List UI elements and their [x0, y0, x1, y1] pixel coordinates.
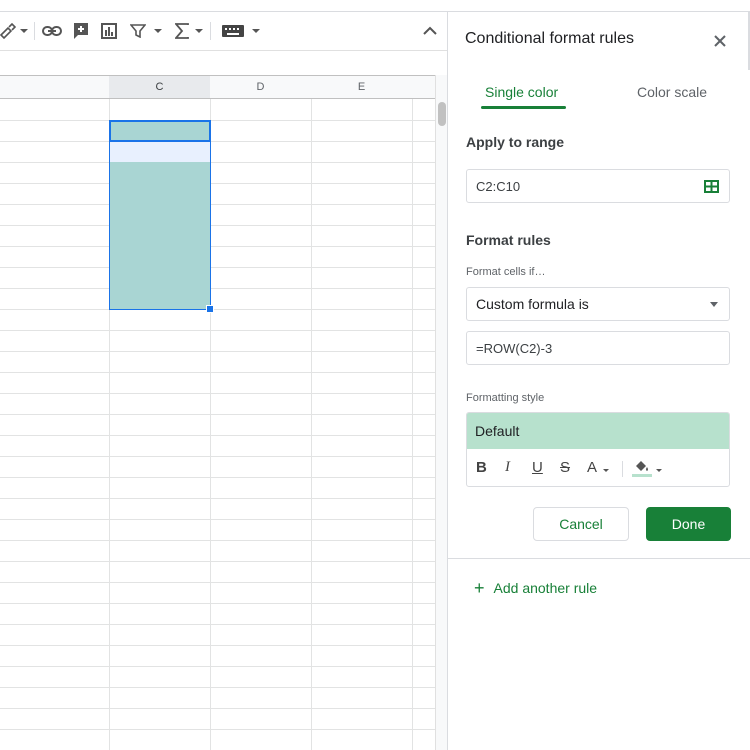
text-color-icon[interactable]: A: [587, 459, 597, 476]
grid-line: [0, 582, 435, 583]
collapse-icon[interactable]: [423, 20, 437, 42]
selection-range: [109, 120, 211, 310]
grid-line: [0, 456, 435, 457]
formatting-style-box: Default B I U S A: [466, 412, 730, 487]
grid-line: [0, 330, 435, 331]
close-icon[interactable]: [712, 33, 728, 49]
column-header-e[interactable]: E: [311, 75, 413, 99]
grid-line: [0, 540, 435, 541]
grid-line: [0, 225, 435, 226]
paint-format-icon[interactable]: [0, 20, 28, 42]
grid-line: [0, 477, 435, 478]
add-rule-label: Add another rule: [493, 580, 598, 596]
active-cell[interactable]: [109, 120, 211, 142]
grid-line: [0, 204, 435, 205]
grid-line: [0, 162, 435, 163]
column-header-f[interactable]: [412, 75, 435, 99]
grid-line: [0, 561, 435, 562]
grid-line: [311, 99, 312, 750]
spreadsheet-grid[interactable]: C D E: [0, 75, 435, 750]
toolbar-divider: [210, 22, 211, 40]
text-color-caret[interactable]: [603, 469, 609, 472]
input-tools-icon[interactable]: [222, 20, 260, 42]
formatting-style-label: Formatting style: [466, 392, 545, 404]
insert-chart-icon[interactable]: [101, 20, 117, 42]
grid-line: [0, 267, 435, 268]
toolbar-divider: [34, 22, 35, 40]
link-icon[interactable]: [42, 20, 62, 42]
grid-line: [0, 645, 435, 646]
insert-comment-icon[interactable]: [73, 20, 89, 42]
grid-line: [0, 603, 435, 604]
grid-line: [412, 99, 413, 750]
formula-input[interactable]: =ROW(C2)-3: [466, 331, 730, 365]
bold-icon[interactable]: B: [476, 459, 487, 476]
filter-icon[interactable]: [130, 20, 162, 42]
select-range-icon[interactable]: [704, 180, 719, 196]
condition-select[interactable]: Custom formula is: [466, 287, 730, 321]
functions-icon[interactable]: [175, 20, 203, 42]
grid-line: [0, 414, 435, 415]
toolbar: [0, 12, 447, 51]
grid-line: [0, 246, 435, 247]
style-preview[interactable]: Default: [467, 413, 729, 449]
active-tab-indicator: [481, 106, 566, 109]
underline-icon[interactable]: U: [532, 459, 543, 476]
format-toolbar: B I U S A: [467, 449, 729, 486]
grid-line: [0, 372, 435, 373]
grid-line: [0, 141, 435, 142]
grid-line: [0, 183, 435, 184]
conditional-format-panel: Conditional format rules Single color Co…: [447, 12, 750, 750]
range-input[interactable]: C2:C10: [466, 169, 730, 203]
grid-line: [0, 120, 435, 121]
grid-line: [0, 435, 435, 436]
format-divider: [622, 461, 623, 477]
range-value: C2:C10: [476, 178, 521, 194]
dropdown-arrow-icon: [710, 302, 718, 307]
format-cells-if-label: Format cells if…: [466, 266, 546, 278]
grid-line: [0, 666, 435, 667]
grid-line: [0, 729, 435, 730]
grid-line: [0, 288, 435, 289]
strikethrough-icon[interactable]: S: [560, 459, 570, 476]
grid-line: [0, 687, 435, 688]
grid-line: [0, 498, 435, 499]
panel-scrollbar[interactable]: [738, 12, 750, 70]
tab-single-color[interactable]: Single color: [485, 84, 558, 100]
panel-divider: [448, 558, 750, 559]
top-border: [0, 0, 750, 12]
column-header-d[interactable]: D: [210, 75, 312, 99]
formula-value: =ROW(C2)-3: [476, 340, 553, 356]
done-button[interactable]: Done: [646, 507, 731, 541]
fill-handle[interactable]: [206, 305, 214, 313]
scrollbar-thumb[interactable]: [438, 102, 446, 126]
fill-color-caret[interactable]: [656, 469, 662, 472]
grid-line: [0, 708, 435, 709]
cancel-button[interactable]: Cancel: [533, 507, 629, 541]
tab-color-scale[interactable]: Color scale: [637, 84, 707, 100]
apply-range-label: Apply to range: [466, 134, 565, 150]
format-rules-label: Format rules: [466, 232, 551, 248]
grid-line: [0, 393, 435, 394]
column-header-blank[interactable]: [0, 75, 110, 99]
grid-line: [0, 309, 435, 310]
add-another-rule-link[interactable]: + Add another rule: [474, 578, 598, 598]
column-header-c[interactable]: C: [109, 75, 211, 99]
panel-title: Conditional format rules: [465, 30, 634, 47]
grid-line: [0, 351, 435, 352]
grid-line: [0, 519, 435, 520]
grid-line: [0, 624, 435, 625]
italic-icon[interactable]: I: [505, 459, 510, 476]
plus-icon: +: [474, 578, 485, 598]
fill-color-icon[interactable]: [632, 458, 652, 483]
condition-value: Custom formula is: [476, 296, 589, 312]
